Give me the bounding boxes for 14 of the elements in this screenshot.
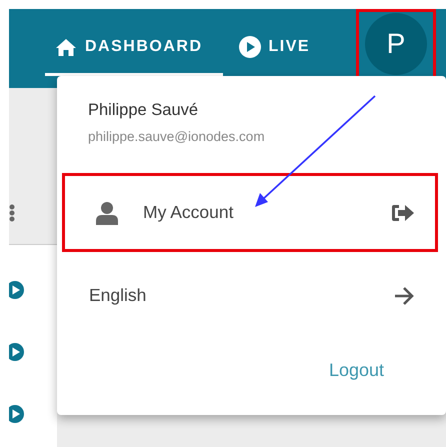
menu-item[interactable]: My Account <box>62 173 438 252</box>
user-name: Philippe Sauvé <box>88 100 200 121</box>
exit-icon <box>391 202 415 222</box>
nav-tab[interactable]: LIVE <box>238 21 310 76</box>
play-icon[interactable] <box>9 404 24 424</box>
user-icon <box>95 200 119 224</box>
play-icon[interactable] <box>9 342 24 362</box>
more-icon[interactable] <box>9 204 15 222</box>
user-email: philippe.sauve@ionodes.com <box>88 128 266 146</box>
play-icon[interactable] <box>9 280 24 300</box>
home-icon <box>55 38 77 56</box>
play-icon <box>238 36 260 58</box>
avatar-button[interactable]: P <box>365 13 427 75</box>
arrow-right-icon <box>393 286 415 306</box>
